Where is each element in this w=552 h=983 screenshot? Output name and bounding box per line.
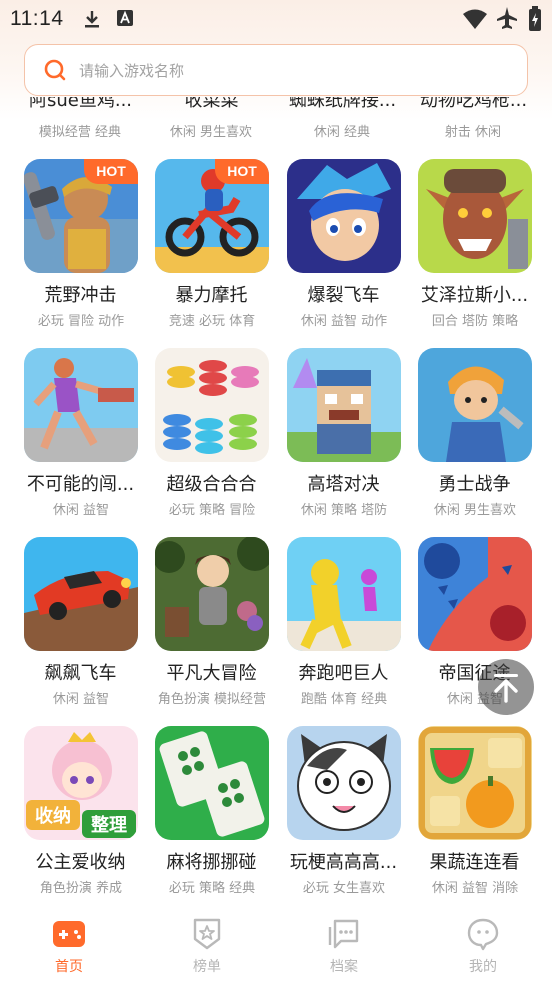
download-icon bbox=[85, 11, 99, 28]
tile-text-organize: 整理 bbox=[90, 814, 127, 836]
nav-archive[interactable]: 档案 bbox=[294, 905, 394, 983]
nav-label-archive: 档案 bbox=[330, 959, 358, 975]
hot-badge: HOT bbox=[84, 159, 138, 184]
game-card[interactable]: HOT 荒野冲击 必玩 冒险 动作 bbox=[24, 159, 155, 339]
game-title[interactable]: 动物吃鸡枪... bbox=[411, 97, 536, 110]
game-card[interactable]: 收纳 整理 公主爱收纳 角色扮演 养成 bbox=[24, 726, 155, 905]
search-bar[interactable] bbox=[24, 44, 528, 96]
game-title: 荒野冲击 bbox=[44, 285, 117, 306]
game-icon-burst-racer[interactable] bbox=[287, 159, 401, 273]
game-card[interactable]: 超级合合合 必玩 策略 冒险 bbox=[155, 348, 286, 528]
game-card[interactable]: 奔跑吧巨人 跑酷 体育 经典 bbox=[287, 537, 418, 717]
game-tags: 休闲 益智 消除 bbox=[431, 881, 519, 896]
game-title[interactable]: 蜘蛛纸牌接... bbox=[280, 97, 405, 110]
bottom-nav: 首页 榜单 档案 我的 bbox=[0, 905, 552, 983]
wifi-icon bbox=[463, 9, 487, 29]
game-icon-meme-high[interactable] bbox=[287, 726, 401, 840]
game-tags: 竞速 必玩 体育 bbox=[168, 314, 256, 329]
game-icon-wild-shock[interactable]: HOT bbox=[24, 159, 138, 273]
back-to-top-button[interactable] bbox=[478, 659, 534, 715]
status-bar: 11:14 bbox=[0, 0, 552, 40]
chat-profile-icon bbox=[467, 918, 499, 951]
game-card[interactable]: 不可能的闯... 休闲 益智 bbox=[24, 348, 155, 528]
nav-label-home: 首页 bbox=[55, 959, 83, 975]
game-title: 公主爱收纳 bbox=[35, 852, 126, 873]
status-time: 11:14 bbox=[10, 7, 64, 30]
arrow-up-icon bbox=[494, 674, 518, 703]
game-tags: 休闲 男生喜欢 bbox=[169, 125, 253, 140]
nav-mine[interactable]: 我的 bbox=[433, 905, 533, 983]
game-icon-warrior-war[interactable] bbox=[418, 348, 532, 462]
game-title: 超级合合合 bbox=[166, 474, 257, 495]
game-title: 麻将挪挪碰 bbox=[166, 852, 257, 873]
game-title: 爆裂飞车 bbox=[307, 285, 380, 306]
game-tags: 必玩 策略 冒险 bbox=[168, 503, 256, 518]
game-title: 果蔬连连看 bbox=[429, 852, 520, 873]
game-icon-ordinary-adventure[interactable] bbox=[155, 537, 269, 651]
tile-text-storage: 收纳 bbox=[35, 805, 71, 827]
game-card[interactable]: 玩梗高高高... 必玩 女生喜欢 bbox=[287, 726, 418, 905]
game-card[interactable]: 艾泽拉斯小... 回合 塔防 策略 bbox=[418, 159, 549, 339]
nav-ranking[interactable]: 榜单 bbox=[157, 905, 257, 983]
game-icon-fruit-link[interactable] bbox=[418, 726, 532, 840]
trophy-star-icon bbox=[193, 918, 221, 950]
search-input[interactable] bbox=[77, 45, 511, 96]
game-title: 勇士战争 bbox=[438, 474, 511, 495]
game-icon-mahjong[interactable] bbox=[155, 726, 269, 840]
game-tags: 休闲 策略 塔防 bbox=[300, 503, 388, 518]
game-icon-empire[interactable] bbox=[418, 537, 532, 651]
game-title[interactable]: 阿sue鱼鸡... bbox=[18, 97, 143, 110]
nav-label-mine: 我的 bbox=[469, 959, 497, 975]
game-title: 艾泽拉斯小... bbox=[420, 285, 529, 306]
game-grid: 阿sue鱼鸡... 模拟经营 经典 收菜菜 休闲 男生喜欢 蜘蛛纸牌接... 休… bbox=[0, 97, 552, 905]
game-icon-impossible[interactable] bbox=[24, 348, 138, 462]
keyboard-a-icon bbox=[117, 10, 133, 26]
game-card[interactable]: 麻将挪挪碰 必玩 策略 经典 bbox=[155, 726, 286, 905]
game-title: 不可能的闯... bbox=[26, 474, 135, 495]
game-title: 暴力摩托 bbox=[175, 285, 248, 306]
game-card[interactable]: 飙飙飞车 休闲 益智 bbox=[24, 537, 155, 717]
game-tags: 模拟经营 经典 bbox=[38, 125, 122, 140]
gamepad-icon bbox=[53, 921, 85, 947]
game-tags: 休闲 益智 bbox=[52, 503, 110, 518]
game-title: 玩梗高高高... bbox=[289, 852, 398, 873]
game-icon-moto[interactable]: HOT bbox=[155, 159, 269, 273]
game-tags: 休闲 经典 bbox=[313, 125, 371, 140]
game-title: 奔跑吧巨人 bbox=[298, 663, 389, 684]
game-icon-super-merge[interactable] bbox=[155, 348, 269, 462]
game-tags: 必玩 冒险 动作 bbox=[37, 314, 125, 329]
game-card[interactable]: 平凡大冒险 角色扮演 模拟经营 bbox=[155, 537, 286, 717]
game-icon-princess-storage[interactable]: 收纳 整理 bbox=[24, 726, 138, 840]
game-tags: 射击 休闲 bbox=[444, 125, 502, 140]
nav-home[interactable]: 首页 bbox=[19, 905, 119, 983]
game-card[interactable]: HOT 暴力摩托 竞速 必玩 体育 bbox=[155, 159, 286, 339]
search-icon bbox=[44, 59, 66, 81]
game-tags: 必玩 女生喜欢 bbox=[302, 881, 386, 896]
game-icon-racing-car[interactable] bbox=[24, 537, 138, 651]
chat-archive-icon bbox=[328, 919, 359, 949]
game-tags: 休闲 男生喜欢 bbox=[433, 503, 517, 518]
game-tags: 休闲 益智 bbox=[52, 692, 110, 707]
game-icon-azeroth[interactable] bbox=[418, 159, 532, 273]
game-card[interactable]: 高塔对决 休闲 策略 塔防 bbox=[287, 348, 418, 528]
game-card[interactable]: 勇士战争 休闲 男生喜欢 bbox=[418, 348, 549, 528]
game-tags: 角色扮演 养成 bbox=[39, 881, 123, 896]
game-title: 高塔对决 bbox=[307, 474, 380, 495]
nav-label-ranking: 榜单 bbox=[193, 959, 221, 975]
game-title: 飙飙飞车 bbox=[44, 663, 117, 684]
game-title: 平凡大冒险 bbox=[166, 663, 257, 684]
game-tags: 休闲 益智 动作 bbox=[300, 314, 388, 329]
game-tags: 必玩 策略 经典 bbox=[168, 881, 256, 896]
battery-charging-icon bbox=[529, 6, 541, 31]
game-icon-tower-duel[interactable] bbox=[287, 348, 401, 462]
game-tags: 角色扮演 模拟经营 bbox=[157, 692, 267, 707]
game-tags: 回合 塔防 策略 bbox=[431, 314, 519, 329]
game-card[interactable]: 爆裂飞车 休闲 益智 动作 bbox=[287, 159, 418, 339]
airplane-mode-icon bbox=[497, 7, 517, 29]
game-card[interactable]: 果蔬连连看 休闲 益智 消除 bbox=[418, 726, 549, 905]
game-title[interactable]: 收菜菜 bbox=[149, 97, 274, 110]
game-tags: 跑酷 体育 经典 bbox=[300, 692, 388, 707]
game-icon-run-giant[interactable] bbox=[287, 537, 401, 651]
hot-badge: HOT bbox=[215, 159, 269, 184]
